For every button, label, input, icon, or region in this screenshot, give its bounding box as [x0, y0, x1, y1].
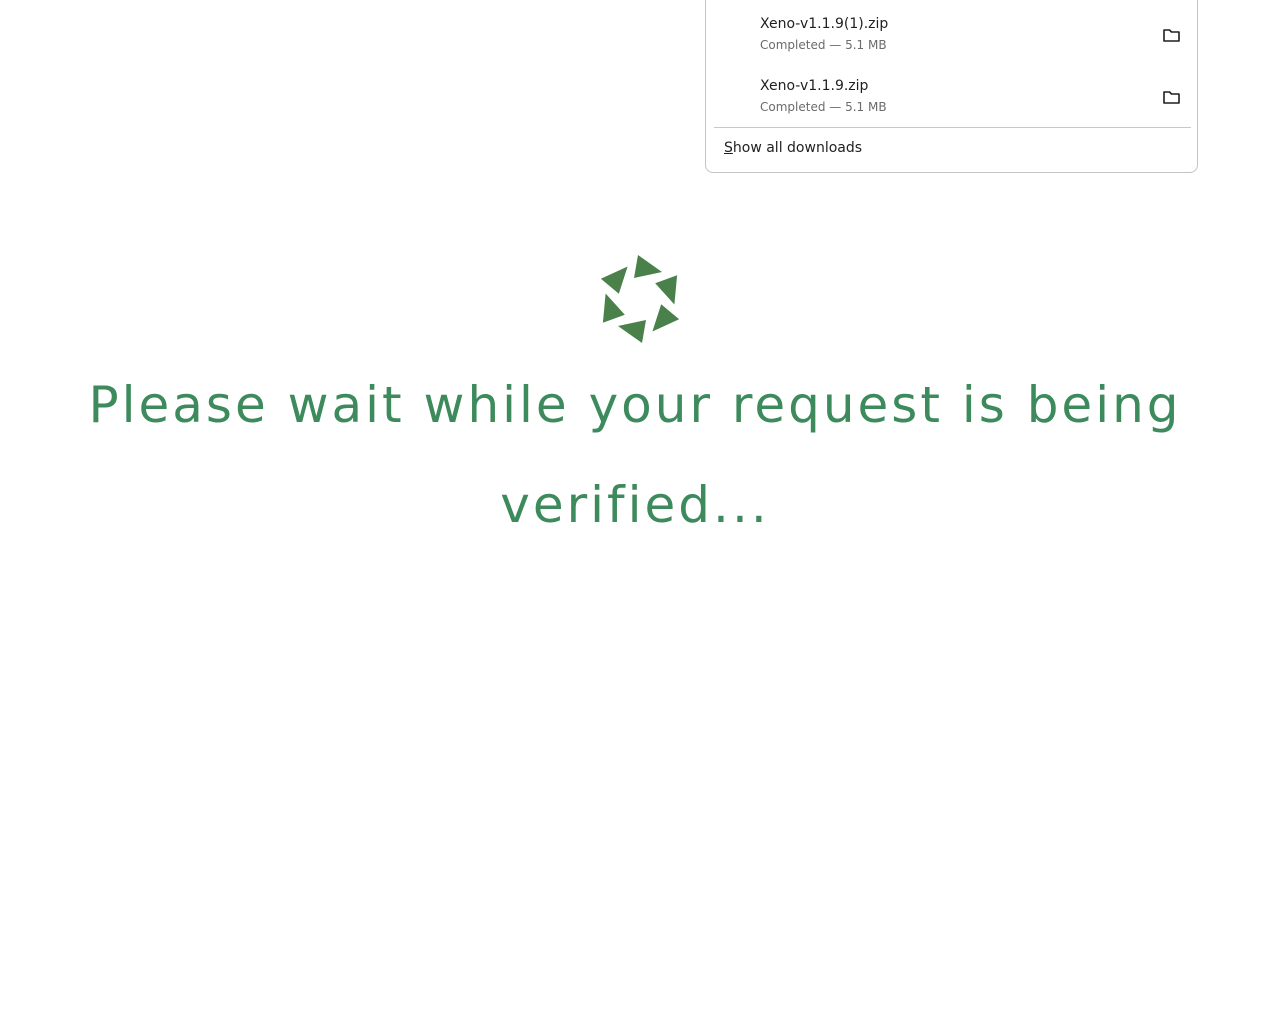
spinning-arrows-logo-icon [600, 255, 680, 343]
page: Xeno-v1.1.9(1).zip Completed — 5.1 MB Xe… [0, 0, 1280, 1024]
show-all-mnemonic: S [724, 140, 733, 156]
downloads-panel: Xeno-v1.1.9(1).zip Completed — 5.1 MB Xe… [705, 0, 1198, 173]
download-status: Completed — 5.1 MB [760, 100, 887, 114]
folder-icon[interactable] [1162, 88, 1182, 106]
show-all-downloads-link[interactable]: Show all downloads [724, 140, 862, 156]
download-item[interactable]: Xeno-v1.1.9.zip Completed — 5.1 MB [706, 68, 1197, 128]
verification-message: Please wait while your request is being … [88, 376, 1182, 534]
show-all-label: how all downloads [732, 140, 863, 156]
divider [714, 127, 1191, 128]
folder-icon[interactable] [1162, 26, 1182, 44]
download-item[interactable]: Xeno-v1.1.9(1).zip Completed — 5.1 MB [706, 6, 1197, 66]
download-file-name: Xeno-v1.1.9.zip [760, 78, 869, 94]
download-status: Completed — 5.1 MB [760, 38, 887, 52]
download-file-name: Xeno-v1.1.9(1).zip [760, 16, 889, 32]
